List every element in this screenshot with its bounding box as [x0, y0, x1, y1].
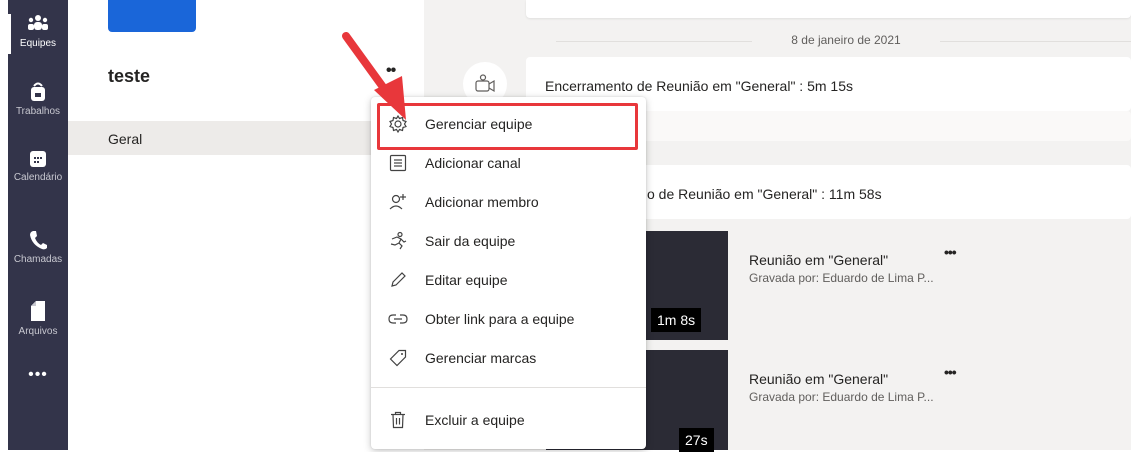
app-bar-item-assignments[interactable]: Trabalhos — [8, 68, 68, 132]
recording-title[interactable]: Reunião em "General" — [749, 371, 888, 387]
menu-item-leave-team[interactable]: Sair da equipe — [371, 222, 646, 260]
recording-subtitle: Gravada por: Eduardo de Lima P... — [749, 271, 934, 285]
assignments-icon — [31, 82, 45, 101]
app-bar-item-calendar[interactable]: Calendário — [8, 136, 68, 200]
app-bar-label: Arquivos — [18, 326, 58, 337]
add-member-icon — [387, 191, 409, 213]
menu-divider — [371, 387, 646, 388]
date-divider-line — [940, 41, 1131, 42]
meeting-event-text: o de Reunião em "General" : 11m 58s — [647, 186, 882, 202]
meeting-event-text: Encerramento de Reunião em "General" : 5… — [545, 78, 853, 94]
app-bar-more-button[interactable]: ••• — [8, 366, 68, 384]
menu-item-manage-tags[interactable]: Gerenciar marcas — [371, 339, 646, 377]
menu-item-label: Excluir a equipe — [425, 412, 525, 428]
leave-icon — [387, 230, 409, 252]
phone-icon — [30, 231, 47, 250]
app-bar: Equipes Trabalhos Calendário Chamadas Ar… — [8, 0, 68, 450]
app-bar-label: Equipes — [19, 38, 57, 49]
app-bar-label: Trabalhos — [15, 106, 61, 117]
recording-duration: 1m 8s — [651, 308, 702, 332]
previous-message-card — [526, 0, 1131, 18]
menu-item-label: Adicionar canal — [425, 155, 521, 171]
date-divider-line — [556, 41, 752, 42]
app-bar-label: Calendário — [13, 172, 63, 183]
file-icon — [31, 301, 45, 321]
video-camera-icon — [475, 74, 495, 93]
channel-label: Geral — [108, 131, 143, 147]
left-margin — [0, 0, 8, 450]
app-bar-label: Chamadas — [13, 254, 63, 265]
pencil-icon — [387, 269, 409, 291]
app-bar-item-calls[interactable]: Chamadas — [8, 216, 68, 280]
menu-item-label: Gerenciar marcas — [425, 350, 537, 366]
calendar-icon — [30, 151, 46, 167]
recording-more-button[interactable]: ••• — [944, 244, 957, 260]
menu-item-delete-team[interactable]: Excluir a equipe — [371, 401, 646, 439]
app-bar-item-files[interactable]: Arquivos — [8, 286, 68, 350]
teams-icon — [28, 15, 48, 30]
menu-item-label: Adicionar membro — [425, 194, 539, 210]
recording-title[interactable]: Reunião em "General" — [749, 252, 888, 268]
channel-list-icon — [387, 152, 409, 174]
team-name: teste — [108, 66, 151, 86]
recording-subtitle: Gravada por: Eduardo de Lima P... — [749, 390, 934, 404]
menu-item-label: Editar equipe — [425, 272, 508, 288]
link-icon — [387, 308, 409, 330]
recording-more-button[interactable]: ••• — [944, 364, 957, 380]
app-bar-item-teams[interactable]: Equipes — [8, 0, 68, 64]
date-divider: 8 de janeiro de 2021 — [791, 33, 901, 47]
menu-item-add-member[interactable]: Adicionar membro — [371, 183, 646, 221]
menu-item-edit-team[interactable]: Editar equipe — [371, 261, 646, 299]
menu-item-label: Obter link para a equipe — [425, 311, 575, 327]
recording-duration: 27s — [679, 428, 714, 452]
tag-icon — [387, 347, 409, 369]
menu-item-get-link[interactable]: Obter link para a equipe — [371, 300, 646, 338]
team-avatar[interactable] — [108, 0, 196, 32]
menu-item-label: Sair da equipe — [425, 233, 516, 249]
trash-icon — [387, 409, 409, 431]
annotation-arrow-icon — [342, 32, 406, 120]
